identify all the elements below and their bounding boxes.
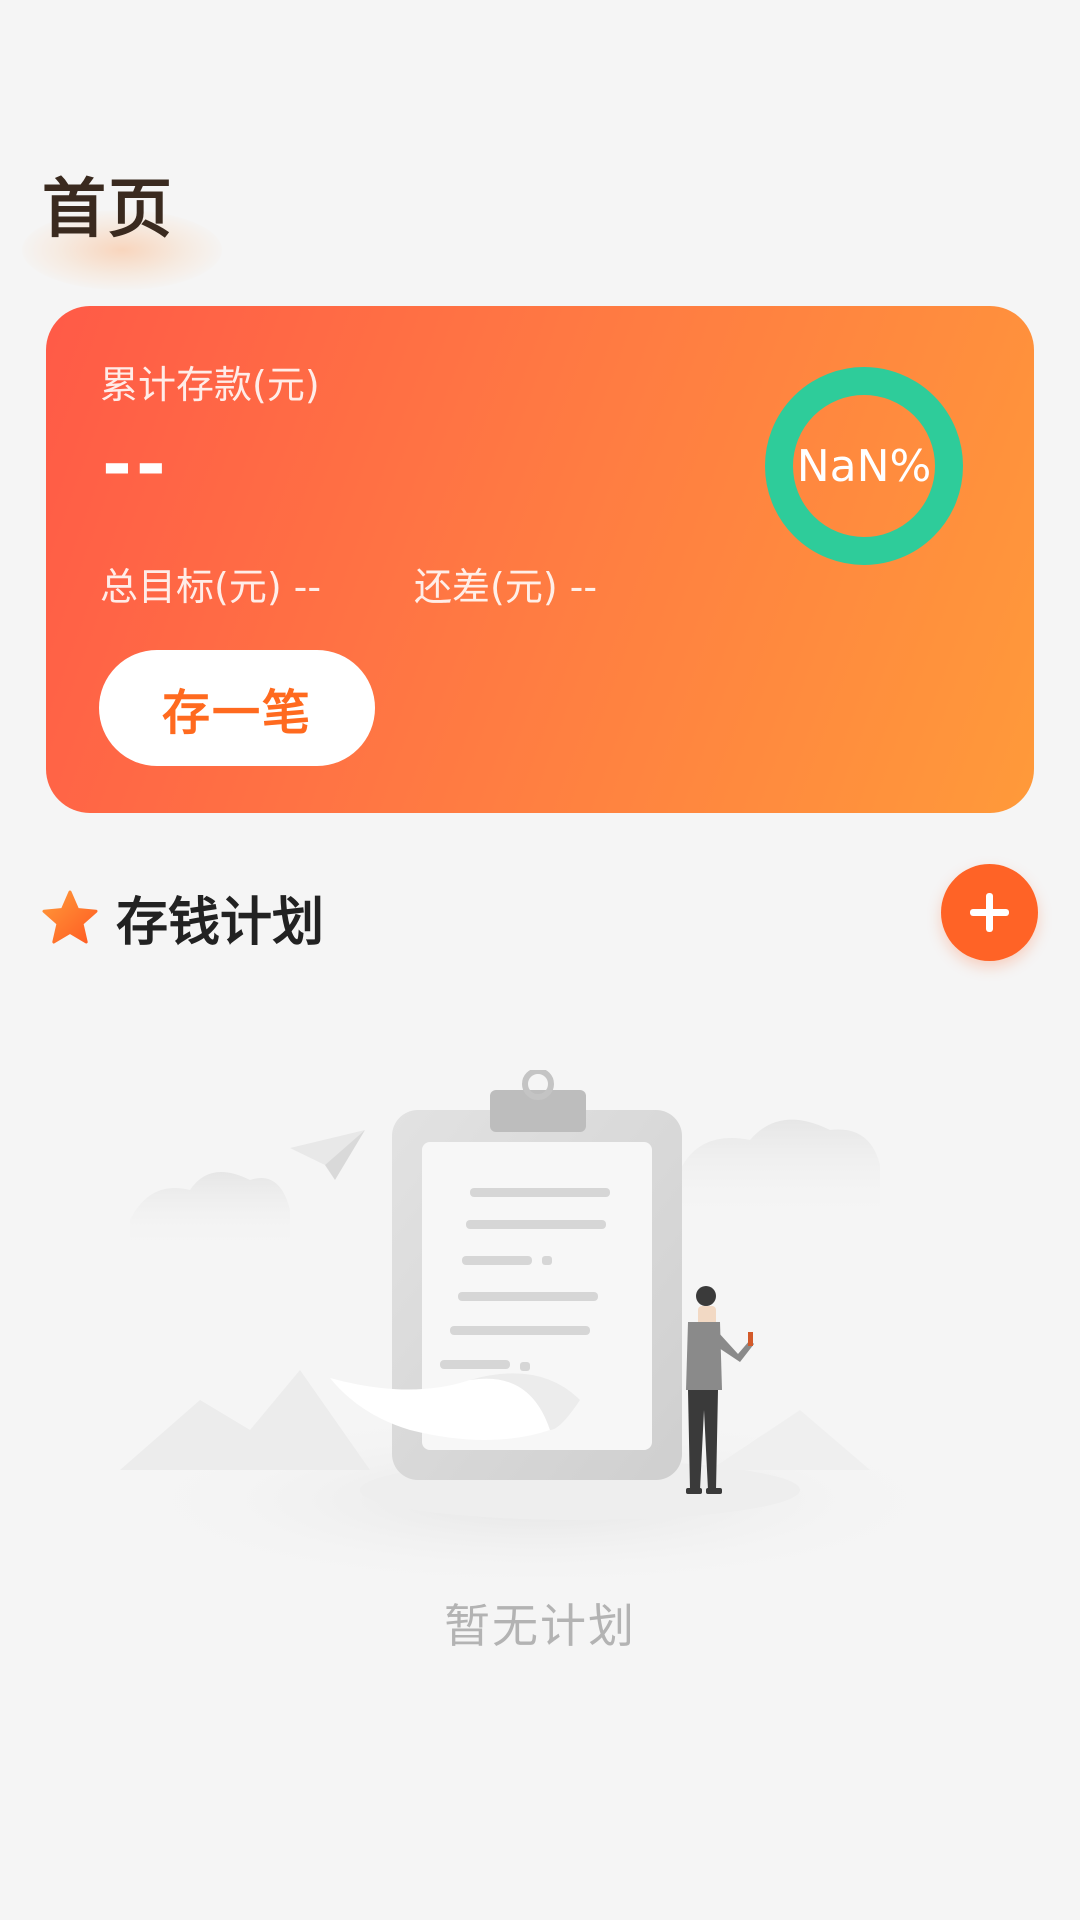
remaining-value: --: [569, 565, 598, 609]
page-title: 首页: [42, 173, 174, 247]
savings-summary-card: 累计存款(元) -- 总目标(元) -- 还差(元) -- 存一笔 NaN%: [46, 306, 1034, 813]
goal-row: 总目标(元) --: [100, 556, 321, 611]
progress-ring: NaN%: [764, 366, 964, 566]
section-title: 存钱计划: [116, 893, 325, 953]
star-icon: [42, 890, 98, 943]
goal-value: --: [293, 565, 322, 609]
remaining-row: 还差(元) --: [414, 556, 597, 611]
total-savings-value: --: [102, 422, 170, 506]
add-plan-button[interactable]: [941, 864, 1038, 961]
save-deposit-button[interactable]: 存一笔: [99, 650, 375, 766]
empty-state-text: 暂无计划: [444, 1599, 636, 1653]
remaining-label: 还差(元): [414, 565, 558, 609]
goal-label: 总目标(元): [100, 565, 282, 609]
total-savings-label: 累计存款(元): [100, 363, 320, 407]
page-title-area: 首页: [22, 170, 222, 290]
savings-plan-header: 存钱计划: [40, 880, 324, 955]
home-page: 首页 累计存款(元) -- 总目标(元) -- 还差(元) -- 存一笔 NaN%: [0, 0, 1080, 1920]
progress-percent: NaN%: [796, 440, 932, 492]
empty-clipboard-illustration: [120, 1070, 960, 1590]
